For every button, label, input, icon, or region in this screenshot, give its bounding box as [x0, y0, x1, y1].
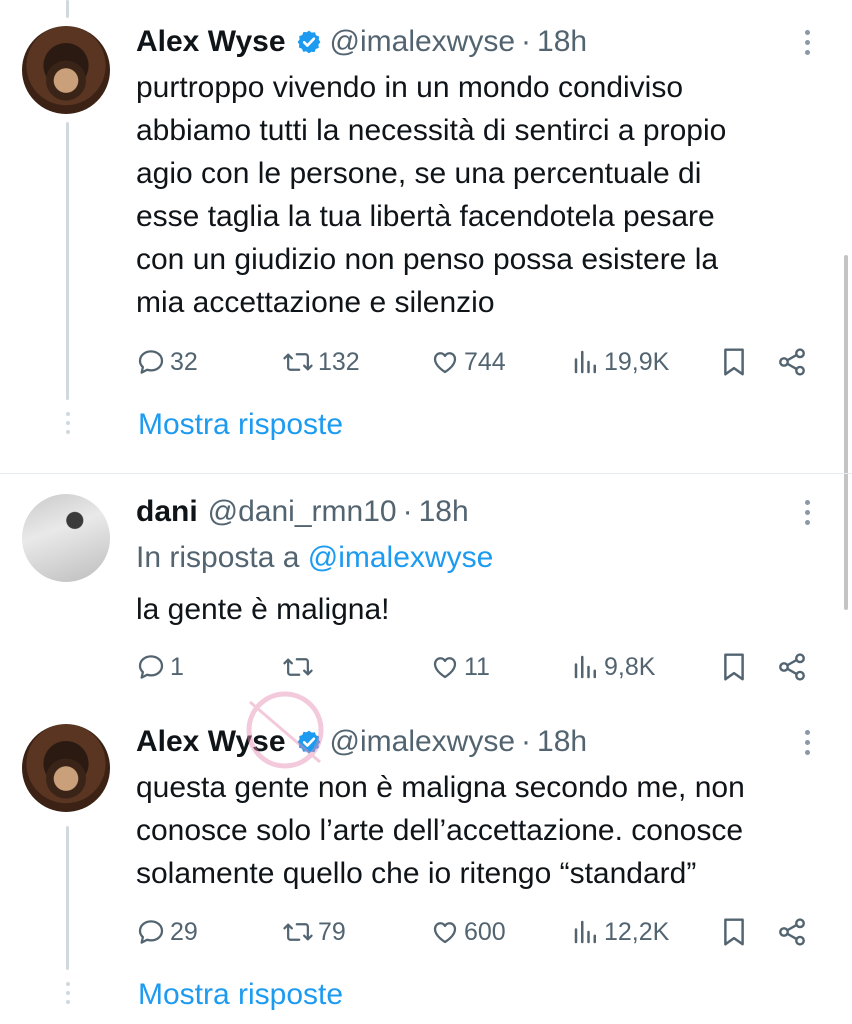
timestamp[interactable]: 18h — [537, 25, 587, 59]
separator: · — [521, 725, 532, 758]
tweet-text: la gente è maligna! — [136, 588, 816, 631]
views-button[interactable]: 19,9K — [572, 345, 669, 379]
like-count: 600 — [464, 917, 506, 946]
share-icon — [776, 651, 808, 683]
bookmark-button[interactable] — [720, 915, 748, 949]
thread-line-top — [66, 0, 69, 18]
tweet-text-line: con un giudizio non penso possa esistere… — [136, 243, 719, 276]
retweet-icon — [282, 347, 314, 377]
reply-count: 1 — [170, 652, 184, 681]
reply-button[interactable]: 1 — [136, 650, 184, 684]
separator: · — [402, 495, 413, 528]
bookmark-icon — [720, 916, 748, 948]
avatar[interactable] — [22, 26, 110, 114]
like-button[interactable]: 11 — [430, 650, 490, 684]
reply-icon — [136, 652, 166, 682]
thread-dots-3 — [65, 982, 70, 1009]
share-icon — [776, 346, 808, 378]
tweet-text-line: questa gente non è maligna secondo me, n… — [136, 771, 745, 804]
author-name[interactable]: dani — [136, 495, 198, 529]
bookmark-icon — [720, 346, 748, 378]
tweet-text-line: agio con le persone, se una percentuale … — [136, 157, 702, 190]
author-name[interactable]: Alex Wyse — [136, 25, 286, 59]
retweet-count: 79 — [318, 917, 346, 946]
bookmark-icon — [720, 651, 748, 683]
tweet-text-line: esse taglia la tua libertà facendotela p… — [136, 200, 715, 233]
retweet-button[interactable] — [282, 650, 318, 684]
like-icon — [430, 347, 460, 377]
thread-line-1 — [66, 122, 69, 400]
tweet-text-line: solamente quello che io ritengo “standar… — [136, 857, 697, 890]
timestamp[interactable]: 18h — [419, 495, 469, 529]
tweet-text: purtroppo vivendo in un mondo condiviso … — [136, 66, 816, 324]
views-icon — [572, 347, 600, 377]
retweet-button[interactable]: 79 — [282, 915, 346, 949]
reply-count: 29 — [170, 917, 198, 946]
reply-icon — [136, 917, 166, 947]
share-button[interactable] — [776, 650, 808, 684]
share-icon — [776, 916, 808, 948]
reply-icon — [136, 347, 166, 377]
avatar[interactable] — [22, 494, 110, 582]
views-button[interactable]: 12,2K — [572, 915, 669, 949]
retweet-icon — [282, 652, 314, 682]
retweet-count: 132 — [318, 347, 360, 376]
divider — [0, 473, 852, 474]
tweet-text-line: mia accettazione e silenzio — [136, 286, 495, 319]
reply-button[interactable]: 32 — [136, 345, 198, 379]
like-button[interactable]: 600 — [430, 915, 506, 949]
tweet-text-line: abbiamo tutti la necessità di sentirci a… — [136, 114, 727, 147]
more-icon[interactable] — [805, 30, 811, 60]
show-replies-link[interactable]: Mostra risposte — [138, 408, 343, 442]
views-count: 19,9K — [604, 347, 670, 376]
author-name[interactable]: Alex Wyse — [136, 725, 286, 759]
retweet-icon — [282, 917, 314, 947]
reply-to-handle[interactable]: @imalexwyse — [308, 541, 494, 574]
tweet-header: Alex Wyse @imalexwyse · 18h — [136, 722, 587, 762]
bookmark-button[interactable] — [720, 650, 748, 684]
author-handle[interactable]: @dani_rmn10 — [208, 495, 397, 529]
tweet-header: dani @dani_rmn10 · 18h — [136, 492, 469, 532]
reply-button[interactable]: 29 — [136, 915, 198, 949]
more-icon[interactable] — [805, 500, 811, 530]
verified-icon — [296, 29, 322, 55]
like-count: 11 — [464, 652, 490, 681]
views-count: 9,8K — [604, 652, 656, 681]
author-handle[interactable]: @imalexwyse — [330, 25, 516, 59]
tweet-text-line: conosce solo l’arte dell’accettazione. c… — [136, 814, 744, 847]
like-icon — [430, 652, 460, 682]
views-icon — [572, 652, 600, 682]
views-button[interactable]: 9,8K — [572, 650, 655, 684]
tweet-text-line: purtroppo vivendo in un mondo condiviso — [136, 71, 684, 104]
thread-dots-1 — [65, 412, 70, 439]
reply-count: 32 — [170, 347, 198, 376]
share-button[interactable] — [776, 915, 808, 949]
like-button[interactable]: 744 — [430, 345, 506, 379]
separator: · — [521, 25, 532, 58]
like-count: 744 — [464, 347, 506, 376]
more-icon[interactable] — [805, 730, 811, 760]
verified-icon — [296, 729, 322, 755]
timestamp[interactable]: 18h — [537, 725, 587, 759]
tweet-text-line: la gente è maligna! — [136, 593, 390, 626]
reply-context: In risposta a @imalexwyse — [136, 541, 493, 575]
thread-line-3 — [66, 826, 69, 970]
retweet-button[interactable]: 132 — [282, 345, 360, 379]
bookmark-button[interactable] — [720, 345, 748, 379]
scrollbar[interactable] — [844, 255, 848, 610]
avatar[interactable] — [22, 724, 110, 812]
reply-prefix: In risposta a — [136, 541, 308, 574]
author-handle[interactable]: @imalexwyse — [330, 725, 516, 759]
share-button[interactable] — [776, 345, 808, 379]
views-count: 12,2K — [604, 917, 670, 946]
tweet-text: questa gente non è maligna secondo me, n… — [136, 766, 816, 895]
show-replies-link[interactable]: Mostra risposte — [138, 978, 343, 1012]
views-icon — [572, 917, 600, 947]
like-icon — [430, 917, 460, 947]
tweet-header: Alex Wyse @imalexwyse · 18h — [136, 22, 587, 62]
